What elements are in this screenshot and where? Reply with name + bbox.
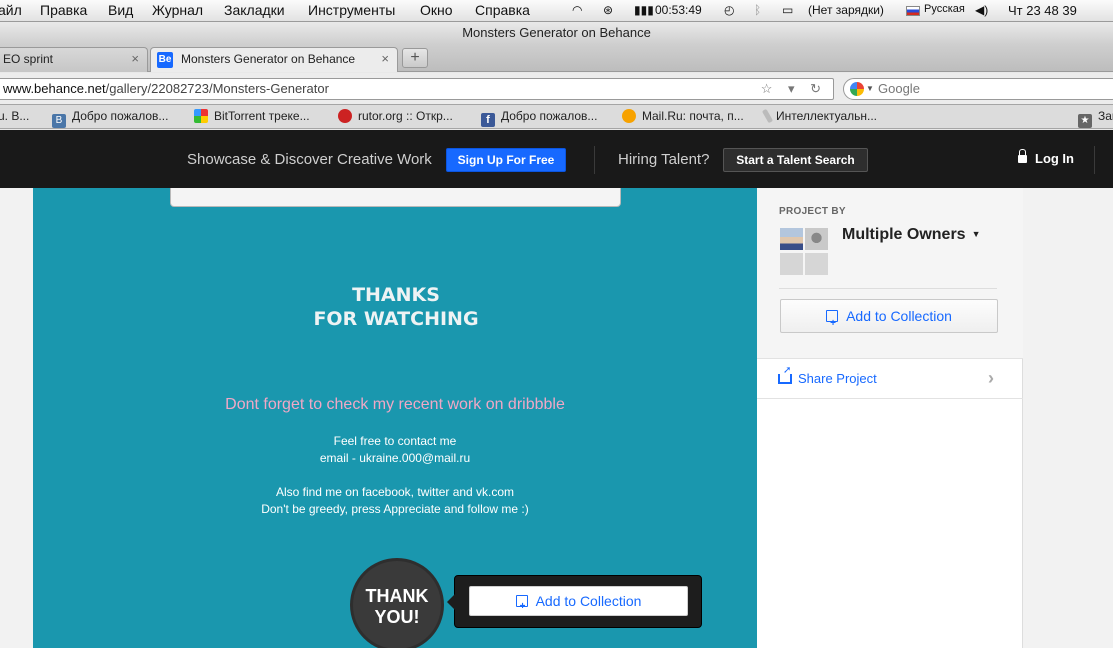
thanks-for-watching-text: THANKS FOR WATCHING	[313, 284, 479, 330]
time-machine-icon[interactable]: ◴	[724, 3, 734, 17]
project-module-card	[170, 188, 621, 207]
window-title: Monsters Generator on Behance	[462, 25, 651, 40]
navigation-bar: www.behance.net/gallery/22082723/Monster…	[0, 73, 1113, 105]
url-bar-icons[interactable]: ☆ ▾ ↻	[761, 79, 827, 99]
add-collection-icon	[826, 308, 839, 340]
chevron-down-icon[interactable]: ▼	[866, 79, 874, 99]
vk-icon: В	[52, 114, 66, 128]
sidebar-add-to-collection-button[interactable]: Add to Collection	[780, 299, 998, 340]
bookmark-item[interactable]: f Добро пожалов...	[481, 109, 597, 127]
lock-icon	[1018, 149, 1027, 163]
sidebar-divider	[757, 398, 1023, 399]
owner-avatar-placeholder	[805, 253, 828, 275]
appreciate-text: Don't be greedy, press Appreciate and fo…	[261, 502, 529, 516]
menu-help[interactable]: Справка	[475, 2, 530, 18]
add-to-collection-button[interactable]: Add to Collection	[469, 586, 688, 621]
email-text: email - ukraine.000@mail.ru	[319, 451, 471, 465]
contact-text: Feel free to contact me	[333, 434, 457, 448]
dribbble-link-text[interactable]: Dont forget to check my recent work on d…	[33, 396, 757, 414]
header-divider	[1094, 146, 1095, 174]
project-canvas: THANKS FOR WATCHING Dont forget to check…	[33, 188, 757, 648]
behance-header: Showcase & Discover Creative Work Sign U…	[0, 130, 1113, 188]
owner-avatar[interactable]	[805, 228, 828, 250]
battery-meter-icon: ▮▮▮	[634, 3, 654, 17]
chevron-right-icon[interactable]: ›	[988, 368, 994, 389]
bookmark-item[interactable]: BitTorrent треке...	[194, 109, 310, 123]
owner-avatar-placeholder	[780, 253, 803, 275]
macos-menu-bar: айл Правка Вид Журнал Закладки Инструмен…	[0, 0, 1113, 22]
battery-icon[interactable]: ▭	[782, 3, 793, 17]
header-tagline: Showcase & Discover Creative Work	[187, 151, 432, 168]
bluetooth-icon[interactable]: ᛒ	[754, 3, 761, 17]
rutor-icon	[338, 109, 352, 123]
sidebar-divider	[757, 358, 1023, 359]
add-collection-icon	[515, 593, 528, 621]
menu-bookmarks[interactable]: Закладки	[224, 2, 285, 18]
wifi-icon[interactable]: ◠	[572, 3, 582, 17]
bookmark-item[interactable]: Интеллектуальн...	[761, 108, 877, 124]
bittorrent-icon	[194, 109, 208, 123]
tab-label: Monsters Generator on Behance	[181, 52, 356, 66]
volume-icon[interactable]: ◀)	[975, 3, 988, 17]
url-path: /gallery/22082723/Monsters-Generator	[105, 81, 329, 96]
bookmark-item[interactable]: В Добро пожалов...	[52, 109, 168, 128]
facebook-icon: f	[481, 113, 495, 127]
menu-view[interactable]: Вид	[108, 2, 133, 18]
window-title-bar: Monsters Generator on Behance	[0, 22, 1113, 44]
project-by-label: PROJECT BY	[779, 206, 846, 217]
menu-window[interactable]: Окно	[420, 2, 453, 18]
log-in-link[interactable]: Log In	[1018, 149, 1074, 166]
multiple-owners-dropdown[interactable]: Multiple Owners ▼	[842, 226, 981, 244]
russian-flag-icon	[906, 6, 920, 16]
paperclip-icon	[761, 108, 774, 124]
share-icon	[778, 365, 792, 384]
tab-strip: EO sprint × Be Monsters Generator on Beha…	[0, 44, 1113, 72]
thank-you-text: THANK YOU!	[365, 586, 429, 627]
share-project-link[interactable]: Share Project	[778, 365, 877, 386]
tab-label: EO sprint	[3, 52, 54, 66]
header-divider	[594, 146, 595, 174]
collection-popover: Add to Collection	[447, 575, 702, 628]
tab-seo-sprint[interactable]: EO sprint ×	[0, 47, 148, 72]
google-icon[interactable]	[850, 82, 864, 96]
menu-history[interactable]: Журнал	[152, 2, 203, 18]
star-icon: ★	[1078, 114, 1092, 128]
bookmark-item[interactable]: ★Зап	[1078, 109, 1113, 128]
close-tab-icon[interactable]: ×	[381, 48, 389, 70]
input-language[interactable]: Русская	[924, 3, 965, 15]
sidebar-divider	[779, 288, 997, 289]
talent-search-button[interactable]: Start a Talent Search	[723, 148, 868, 172]
hiring-talent-label: Hiring Talent?	[618, 151, 710, 168]
clock-text: 00:53:49	[655, 3, 702, 17]
menubar-datetime[interactable]: Чт 23 48 39	[1008, 3, 1077, 18]
owner-avatar[interactable]	[780, 228, 803, 250]
chevron-down-icon: ▼	[971, 229, 981, 239]
behance-favicon-icon: Be	[157, 51, 173, 68]
url-domain: www.behance.net	[3, 81, 106, 96]
social-text: Also find me on facebook, twitter and vk…	[275, 485, 515, 499]
project-sidebar: PROJECT BY Multiple Owners▼ Add to Colle…	[757, 188, 1023, 648]
url-bar[interactable]: www.behance.net/gallery/22082723/Monster…	[0, 78, 834, 100]
search-placeholder: Google	[878, 81, 920, 96]
bookmark-item[interactable]: rutor.org :: Откр...	[338, 109, 453, 123]
tab-behance[interactable]: Be Monsters Generator on Behance ×	[150, 47, 398, 72]
bookmarks-bar: ru. В... ВДобро пожалов... BitTorrent тр…	[0, 105, 1113, 129]
battery-status: (Нет зарядки)	[808, 3, 884, 17]
new-tab-button[interactable]: +	[402, 48, 428, 68]
menu-tools[interactable]: Инструменты	[308, 2, 395, 18]
menu-file[interactable]: айл	[0, 2, 22, 18]
close-tab-icon[interactable]: ×	[131, 48, 139, 70]
mailru-icon	[622, 109, 636, 123]
bookmark-item[interactable]: Mail.Ru: почта, п...	[622, 109, 744, 123]
menu-edit[interactable]: Правка	[40, 2, 87, 18]
page-content: THANKS FOR WATCHING Dont forget to check…	[0, 188, 1113, 648]
bookmark-item[interactable]: ru. В...	[0, 109, 29, 123]
search-input[interactable]: ▼ Google	[843, 78, 1113, 100]
sign-up-button[interactable]: Sign Up For Free	[446, 148, 566, 172]
accessibility-icon[interactable]: ⊛	[603, 3, 613, 17]
